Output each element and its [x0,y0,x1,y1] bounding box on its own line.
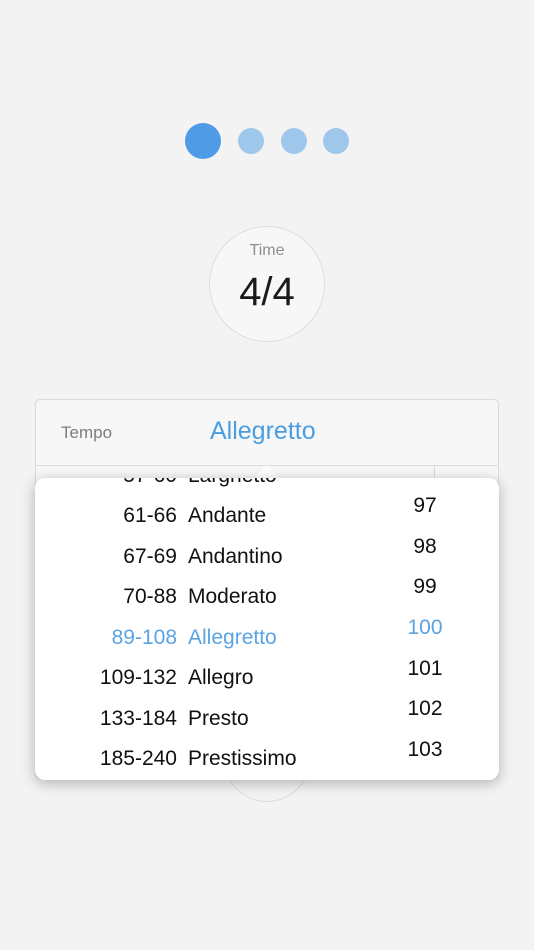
picker-row-name: Moderato [188,585,277,608]
picker-row-name: Allegro [188,666,254,689]
picker-row-range: 185-240 [99,747,177,770]
tempo-value[interactable]: Allegretto [210,417,316,446]
picker-row-name: Allegretto [188,626,277,649]
picker-row-range: 61-66 [123,504,177,527]
picker-row-range: 133-184 [99,707,177,730]
picker-row-range: 67-69 [123,545,177,568]
bpm-value[interactable]: 99 [375,575,475,599]
page-dot-3[interactable] [281,128,307,154]
bpm-value-selected[interactable]: 100 [375,616,475,640]
page-dot-4[interactable] [323,128,349,154]
bpm-value[interactable]: 102 [375,697,475,721]
picker-row-name: Larghetto [188,478,277,488]
page-indicator [0,123,534,159]
picker-row-name: Presto [188,707,249,730]
picker-row-name: Andante [188,504,267,527]
page-dot-2[interactable] [238,128,264,154]
time-label: Time [249,242,285,259]
tempo-header[interactable]: Tempo Allegretto [36,400,498,466]
bpm-value[interactable]: 103 [375,738,475,762]
time-signature-button[interactable]: Time 4/4 [209,226,325,342]
bpm-value[interactable]: 101 [375,657,475,681]
bpm-value[interactable]: 98 [375,535,475,559]
popover-arrow [254,465,280,479]
time-value: 4/4 [239,270,295,314]
page-dot-1[interactable] [185,123,221,159]
picker-row-range: 57-60 [123,478,177,488]
picker-row-name: Andantino [188,545,283,568]
bpm-value[interactable]: 97 [375,494,475,518]
picker-row-range: 70-88 [123,585,177,608]
picker-row-range: 109-132 [99,666,177,689]
tempo-picker-popover[interactable]: 57-60 Larghetto 61-66 Andante 67-69 Anda… [35,478,499,780]
picker-row-range: 89-108 [111,626,177,649]
picker-row-name: Prestissimo [188,747,297,770]
tempo-label: Tempo [61,423,113,442]
